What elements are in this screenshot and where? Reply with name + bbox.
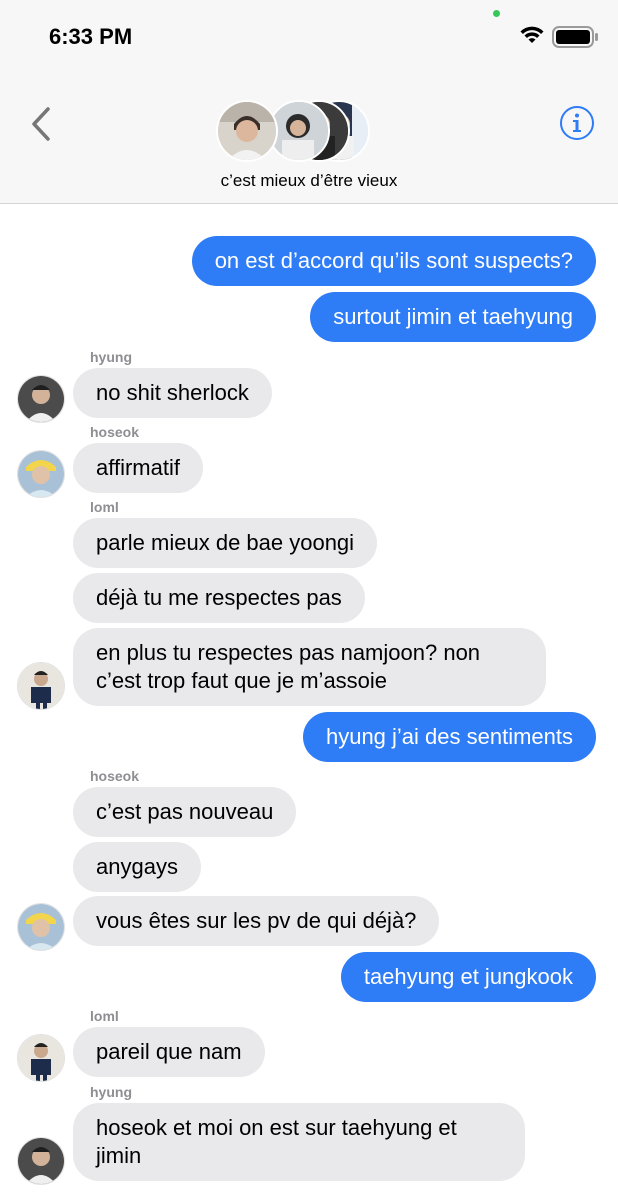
sender-avatar[interactable] — [17, 662, 65, 710]
wifi-icon — [518, 25, 546, 52]
sender-name: hyung — [90, 1084, 132, 1100]
sender-avatar[interactable] — [17, 375, 65, 423]
conversation-header: c’est mieux d’être vieux — [0, 80, 618, 204]
info-button[interactable] — [559, 105, 595, 141]
message-bubble-received[interactable]: no shit sherlock — [73, 368, 272, 418]
sender-avatar[interactable] — [17, 1137, 65, 1185]
status-bar: 6:33 PM — [0, 0, 618, 80]
sender-name: loml — [90, 499, 119, 515]
group-member-avatar — [216, 100, 278, 162]
message-bubble-received[interactable]: parle mieux de bae yoongi — [73, 518, 378, 568]
status-time: 6:33 PM — [49, 24, 133, 49]
message-bubble-received[interactable]: déjà tu me respectes pas — [73, 573, 365, 623]
message-bubble-sent[interactable]: hyung j’ai des sentiments — [302, 712, 596, 762]
sender-name: hoseok — [90, 768, 140, 784]
message-bubble-sent[interactable]: on est d’accord qu’ils sont suspects? — [191, 236, 596, 286]
info-circle-icon — [560, 106, 594, 140]
message-bubble-sent[interactable]: taehyung et jungkook — [340, 952, 596, 1002]
sender-name: hoseok — [90, 424, 140, 440]
message-bubble-received[interactable]: en plus tu respectes pas namjoon? non c’… — [73, 628, 546, 706]
message-bubble-received[interactable]: pareil que nam — [73, 1027, 265, 1077]
message-bubble-received[interactable]: hoseok et moi on est sur taehyung et jim… — [73, 1103, 525, 1181]
message-bubble-sent[interactable]: surtout jimin et taehyung — [310, 292, 596, 342]
sender-avatar[interactable] — [17, 1034, 65, 1082]
group-avatar-stack[interactable] — [216, 100, 370, 162]
message-list[interactable]: on est d’accord qu’ils sont suspects? su… — [0, 204, 618, 1200]
message-bubble-received[interactable]: vous êtes sur les pv de qui déjà? — [73, 896, 440, 946]
message-bubble-received[interactable]: anygays — [73, 842, 201, 892]
battery-icon — [552, 26, 600, 53]
privacy-indicator-dot — [493, 10, 500, 17]
sender-name: loml — [90, 1008, 119, 1024]
sender-name: hyung — [90, 349, 132, 365]
group-name[interactable]: c’est mieux d’être vieux — [0, 171, 618, 191]
sender-avatar[interactable] — [17, 450, 65, 498]
sender-avatar[interactable] — [17, 903, 65, 951]
back-button[interactable] — [24, 102, 56, 146]
chevron-left-icon — [32, 107, 50, 141]
message-bubble-received[interactable]: c’est pas nouveau — [73, 787, 297, 837]
message-bubble-received[interactable]: affirmatif — [73, 443, 203, 493]
